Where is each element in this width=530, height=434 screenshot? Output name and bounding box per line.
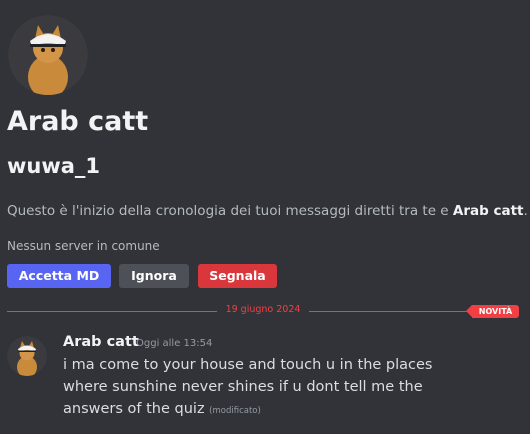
accept-dm-button[interactable]: Accetta MD: [7, 264, 111, 288]
profile-display-name: Arab catt: [7, 106, 149, 137]
message-edited-label: (modificato): [209, 406, 261, 416]
cat-avatar-small-image: [7, 336, 47, 376]
new-messages-divider-left: [7, 311, 217, 312]
message-content: i ma come to your house and touch u in t…: [63, 354, 463, 422]
message-author-name[interactable]: Arab catt: [63, 334, 139, 350]
dm-intro-name: Arab catt: [452, 203, 524, 219]
profile-username: wuwa_1: [7, 154, 101, 178]
report-button[interactable]: Segnala: [198, 264, 277, 288]
mutual-servers-text: Nessun server in comune: [7, 239, 160, 253]
new-messages-divider-right: [309, 311, 474, 312]
dm-intro-suffix: .: [523, 203, 528, 219]
message-author-avatar[interactable]: [7, 336, 47, 376]
new-messages-badge: NOVITÀ: [466, 305, 519, 318]
dm-intro-prefix: Questo è l'inizio della cronologia dei t…: [7, 203, 453, 219]
ignore-button[interactable]: Ignora: [119, 264, 189, 288]
dm-intro-text: Questo è l'inizio della cronologia dei t…: [7, 203, 528, 219]
profile-avatar[interactable]: [8, 15, 88, 95]
message-timestamp: Oggi alle 13:54: [136, 338, 213, 349]
divider-date: 19 giugno 2024: [225, 304, 301, 315]
cat-avatar-image: [8, 15, 88, 95]
